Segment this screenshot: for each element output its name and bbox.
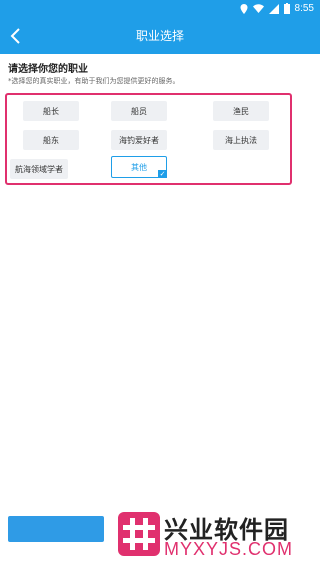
- watermark-logo: [118, 512, 160, 556]
- option-other[interactable]: 其他 ✓: [111, 156, 167, 178]
- battery-icon: [283, 3, 290, 14]
- occupation-options: 船长 船员 渔民 船东 海钓爱好者 海上执法 航海领域学者 其他 ✓: [5, 93, 292, 185]
- option-label: 航海领域学者: [15, 164, 63, 174]
- option-label: 船东: [43, 135, 59, 145]
- location-icon: [240, 3, 248, 14]
- status-icons: 8:55: [240, 3, 314, 14]
- option-label: 其他: [131, 162, 147, 172]
- option-shipowner[interactable]: 船东: [23, 130, 79, 150]
- option-label: 船员: [131, 106, 147, 116]
- watermark-url: MYXYJS.COM: [164, 539, 294, 559]
- status-time: 8:55: [294, 3, 314, 14]
- option-maritime-scholar[interactable]: 航海领域学者: [10, 159, 68, 179]
- option-label: 海钓爱好者: [119, 135, 159, 145]
- app-bar: 职业选择: [0, 18, 320, 54]
- form-subtext: *选择您的真实职业，有助于我们为您提供更好的服务。: [8, 77, 180, 85]
- check-icon: ✓: [158, 170, 167, 178]
- option-crew[interactable]: 船员: [111, 101, 167, 121]
- status-bar: 8:55: [0, 0, 320, 18]
- page-title: 职业选择: [135, 29, 184, 43]
- signal-icon: [268, 3, 279, 14]
- submit-button[interactable]: [8, 516, 104, 542]
- option-captain[interactable]: 船长: [23, 101, 79, 121]
- option-fisherman[interactable]: 渔民: [213, 101, 269, 121]
- form-heading: 请选择你您的职业: [8, 64, 88, 75]
- option-label: 渔民: [233, 106, 249, 116]
- wifi-icon: [252, 4, 264, 13]
- option-label: 船长: [43, 106, 59, 116]
- watermark: 兴业软件园 MYXYJS.COM: [112, 506, 320, 570]
- option-maritime-enforcement[interactable]: 海上执法: [213, 130, 269, 150]
- option-label: 海上执法: [225, 135, 257, 145]
- option-sea-angler[interactable]: 海钓爱好者: [111, 130, 167, 150]
